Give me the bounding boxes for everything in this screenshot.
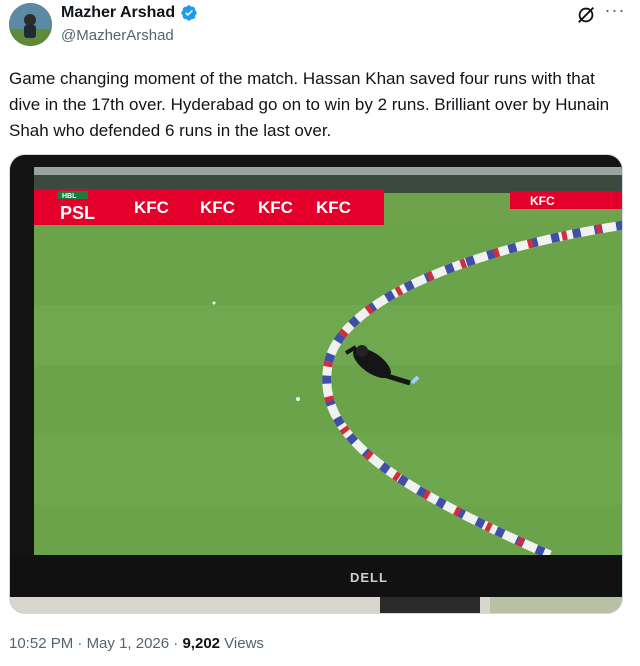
- sponsor-board: KFC: [200, 198, 235, 217]
- psl-logo: PSL: [60, 203, 95, 223]
- meta-separator: ·: [73, 635, 87, 652]
- sponsor-board: KFC: [316, 198, 351, 217]
- sponsor-board: KFC: [258, 198, 293, 217]
- hbl-logo: HBL: [62, 193, 77, 200]
- display-name[interactable]: Mazher Arshad: [61, 4, 175, 22]
- meta-separator: ·: [169, 635, 183, 652]
- views-count: 9,202: [182, 635, 221, 652]
- handle[interactable]: @MazherArshad: [61, 27, 174, 44]
- sponsor-board: KFC: [134, 198, 169, 217]
- tweet-time[interactable]: 10:52 PM: [9, 635, 73, 652]
- tweet-text: Game changing moment of the match. Hassa…: [9, 69, 610, 140]
- views-label: Views: [220, 635, 264, 652]
- tweet-date[interactable]: May 1, 2026: [87, 635, 170, 652]
- sponsor-board: KFC: [530, 194, 555, 208]
- tweet-media-image[interactable]: KFC KFC KFC KFC KFC HBL PSL DELL: [9, 154, 623, 614]
- verified-badge-icon: [181, 5, 197, 21]
- tweet-header: Mazher Arshad @MazherArshad ···: [0, 0, 640, 52]
- grok-icon[interactable]: [575, 4, 597, 26]
- more-icon[interactable]: ···: [600, 0, 630, 24]
- monitor-brand: DELL: [350, 570, 388, 585]
- avatar[interactable]: [9, 3, 52, 46]
- tweet-meta: 10:52 PM · May 1, 2026 · 9,202 Views: [9, 635, 264, 652]
